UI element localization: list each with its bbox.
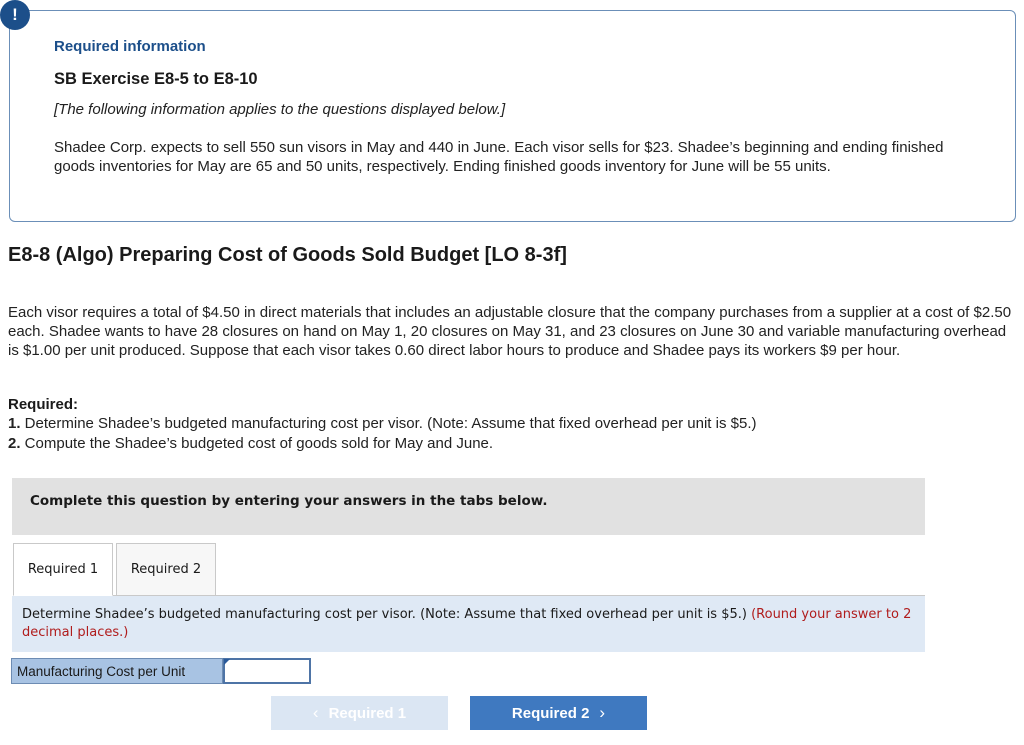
requirement-number: 1. — [8, 415, 21, 432]
tab-required-2[interactable]: Required 2 — [116, 543, 216, 596]
answer-label: Manufacturing Cost per Unit — [11, 658, 223, 684]
prev-button-label: Required 1 — [328, 704, 407, 722]
tab-required-1[interactable]: Required 1 — [13, 543, 113, 596]
prompt-text: Determine Shadee’s budgeted manufacturin… — [22, 607, 752, 622]
applies-note: [The following information applies to th… — [54, 101, 506, 118]
input-marker-icon — [224, 659, 230, 665]
required-info-title: Required information — [54, 38, 206, 55]
manufacturing-cost-input[interactable] — [223, 658, 311, 684]
chevron-right-icon: › — [599, 703, 606, 722]
tab-label: Required 1 — [27, 562, 99, 577]
requirement-number: 2. — [8, 435, 21, 452]
exercise-set-title: SB Exercise E8-5 to E8-10 — [54, 70, 258, 88]
requirement-text: Determine Shadee’s budgeted manufacturin… — [20, 415, 757, 432]
exercise-title: E8-8 (Algo) Preparing Cost of Goods Sold… — [8, 244, 567, 266]
chevron-left-icon: ‹ — [312, 703, 319, 722]
tab-label: Required 2 — [130, 562, 202, 577]
alert-icon: ! — [0, 0, 30, 30]
question-prompt: Determine Shadee’s budgeted manufacturin… — [22, 606, 912, 642]
instructions-text: Complete this question by entering your … — [30, 493, 548, 509]
prev-required-button[interactable]: ‹ Required 1 — [271, 696, 448, 730]
next-required-button[interactable]: Required 2 › — [470, 696, 647, 730]
required-heading: Required: — [8, 396, 79, 413]
next-button-label: Required 2 — [511, 704, 590, 722]
scenario-text: Shadee Corp. expects to sell 550 sun vis… — [54, 139, 944, 175]
requirement-text: Compute the Shadee’s budgeted cost of go… — [20, 435, 494, 452]
requirement-item: 1. Determine Shadee’s budgeted manufactu… — [8, 415, 756, 432]
exercise-text: Each visor requires a total of $4.50 in … — [8, 304, 1012, 359]
requirement-item: 2. Compute the Shadee’s budgeted cost of… — [8, 435, 493, 452]
